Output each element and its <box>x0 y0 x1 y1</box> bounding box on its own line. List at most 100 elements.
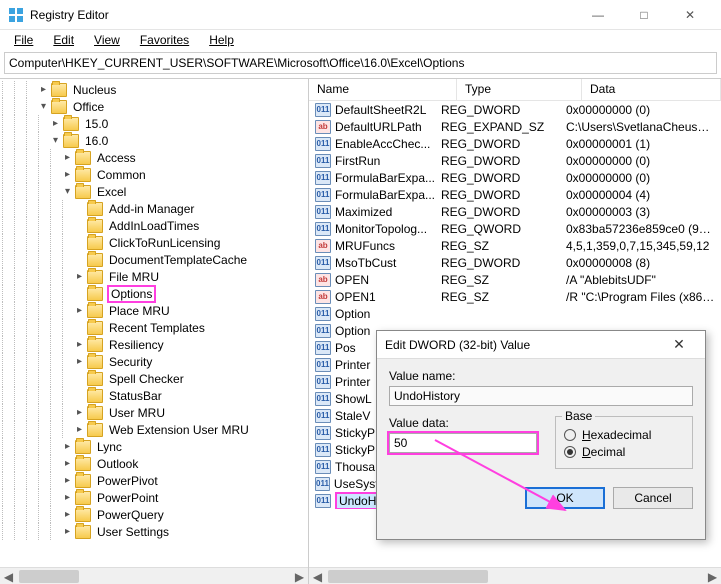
expand-icon[interactable]: ▸ <box>74 356 85 367</box>
tree-spell-checker[interactable]: Spell Checker <box>2 370 308 387</box>
cancel-button[interactable]: Cancel <box>613 487 693 509</box>
radio-decimal[interactable]: Decimal <box>564 445 684 459</box>
tree-options[interactable]: Options <box>2 285 308 302</box>
column-name[interactable]: Name <box>309 79 457 100</box>
expand-icon[interactable]: ▸ <box>62 458 73 469</box>
dialog-close-button[interactable]: ✕ <box>661 336 697 353</box>
list-hscroll[interactable]: ◀ ▶ <box>309 567 721 584</box>
tree-access[interactable]: ▸Access <box>2 149 308 166</box>
tree-file-mru[interactable]: ▸File MRU <box>2 268 308 285</box>
expand-icon[interactable]: ▸ <box>62 492 73 503</box>
list-row[interactable]: 011Option <box>309 305 721 322</box>
tree-powerpoint[interactable]: ▸PowerPoint <box>2 489 308 506</box>
tree-excel[interactable]: ▾Excel <box>2 183 308 200</box>
tree-pane[interactable]: ▸Nucleus▾Office▸15.0▾16.0▸Access▸Common▾… <box>0 79 309 584</box>
expand-icon[interactable]: ▸ <box>50 118 61 129</box>
tree-nucleus[interactable]: ▸Nucleus <box>2 81 308 98</box>
expand-icon[interactable]: ▸ <box>62 509 73 520</box>
tree-label: Web Extension User MRU <box>107 423 251 437</box>
menu-view[interactable]: View <box>86 31 128 49</box>
binary-value-icon: 011 <box>315 324 331 338</box>
tree-security[interactable]: ▸Security <box>2 353 308 370</box>
radio-hexadecimal[interactable]: Hexadecimal <box>564 428 684 442</box>
value-data: 0x00000000 (0) <box>560 103 721 117</box>
list-row[interactable]: 011DefaultSheetR2LREG_DWORD0x00000000 (0… <box>309 101 721 118</box>
tree-outlook[interactable]: ▸Outlook <box>2 455 308 472</box>
base-legend: Base <box>562 409 595 423</box>
list-row[interactable]: 011MaximizedREG_DWORD0x00000003 (3) <box>309 203 721 220</box>
menu-edit[interactable]: Edit <box>45 31 82 49</box>
minimize-button[interactable]: — <box>575 0 621 30</box>
tree-label: AddInLoadTimes <box>107 219 201 233</box>
list-row[interactable]: 011MonitorTopolog...REG_QWORD0x83ba57236… <box>309 220 721 237</box>
binary-value-icon: 011 <box>315 205 331 219</box>
value-data: 4,5,1,359,0,7,15,345,59,12 <box>560 239 721 253</box>
expand-icon[interactable]: ▸ <box>74 271 85 282</box>
tree-addin-manager[interactable]: Add-in Manager <box>2 200 308 217</box>
list-row[interactable]: abOPEN1REG_SZ/R "C:\Program Files (x86)\… <box>309 288 721 305</box>
column-data[interactable]: Data <box>582 79 721 100</box>
menu-help[interactable]: Help <box>201 31 242 49</box>
list-row[interactable]: abMRUFuncsREG_SZ4,5,1,359,0,7,15,345,59,… <box>309 237 721 254</box>
value-data-input[interactable] <box>389 433 537 453</box>
tree-common[interactable]: ▸Common <box>2 166 308 183</box>
expand-icon[interactable]: ▸ <box>74 339 85 350</box>
maximize-button[interactable]: □ <box>621 0 667 30</box>
expand-icon[interactable]: ▸ <box>74 305 85 316</box>
list-row[interactable]: 011FormulaBarExpa...REG_DWORD0x00000000 … <box>309 169 721 186</box>
menu-favorites[interactable]: Favorites <box>132 31 197 49</box>
tree-16[interactable]: ▾16.0 <box>2 132 308 149</box>
binary-value-icon: 011 <box>315 341 331 355</box>
binary-value-icon: 011 <box>315 154 331 168</box>
tree-15[interactable]: ▸15.0 <box>2 115 308 132</box>
column-type[interactable]: Type <box>457 79 582 100</box>
tree-place-mru[interactable]: ▸Place MRU <box>2 302 308 319</box>
value-data: 0x00000004 (4) <box>560 188 721 202</box>
expand-icon[interactable]: ▸ <box>62 526 73 537</box>
scroll-left-icon[interactable]: ◀ <box>309 568 326 584</box>
expand-icon[interactable]: ▸ <box>38 84 49 95</box>
scroll-right-icon[interactable]: ▶ <box>704 568 721 584</box>
tree-powerpivot[interactable]: ▸PowerPivot <box>2 472 308 489</box>
list-row[interactable]: 011EnableAccChec...REG_DWORD0x00000001 (… <box>309 135 721 152</box>
tree-statusbar[interactable]: StatusBar <box>2 387 308 404</box>
scroll-left-icon[interactable]: ◀ <box>0 568 17 584</box>
tree-resiliency[interactable]: ▸Resiliency <box>2 336 308 353</box>
tree-lync[interactable]: ▸Lync <box>2 438 308 455</box>
list-row[interactable]: 011FirstRunREG_DWORD0x00000000 (0) <box>309 152 721 169</box>
tree-hscroll[interactable]: ◀ ▶ <box>0 567 308 584</box>
menu-file[interactable]: File <box>6 31 41 49</box>
folder-icon <box>75 185 91 199</box>
collapse-icon[interactable]: ▾ <box>50 135 61 146</box>
collapse-icon[interactable]: ▾ <box>62 186 73 197</box>
address-bar[interactable]: Computer\HKEY_CURRENT_USER\SOFTWARE\Micr… <box>4 52 717 74</box>
tree-user-mru[interactable]: ▸User MRU <box>2 404 308 421</box>
expand-icon[interactable]: ▸ <box>62 169 73 180</box>
list-row[interactable]: 011FormulaBarExpa...REG_DWORD0x00000004 … <box>309 186 721 203</box>
tree-clicktorun[interactable]: ClickToRunLicensing <box>2 234 308 251</box>
close-button[interactable]: ✕ <box>667 0 713 30</box>
list-row[interactable]: abOPENREG_SZ/A "AblebitsUDF" <box>309 271 721 288</box>
folder-icon <box>87 389 103 403</box>
expand-icon[interactable]: ▸ <box>74 424 85 435</box>
tree-addinloadtimes[interactable]: AddInLoadTimes <box>2 217 308 234</box>
tree-doctemplate[interactable]: DocumentTemplateCache <box>2 251 308 268</box>
expand-icon[interactable]: ▸ <box>62 152 73 163</box>
value-name: EnableAccChec... <box>335 137 430 151</box>
value-type: REG_DWORD <box>435 103 560 117</box>
ok-button[interactable]: OK <box>525 487 605 509</box>
scroll-right-icon[interactable]: ▶ <box>291 568 308 584</box>
tree-recent-templates[interactable]: Recent Templates <box>2 319 308 336</box>
tree-user-settings[interactable]: ▸User Settings <box>2 523 308 540</box>
tree-powerquery[interactable]: ▸PowerQuery <box>2 506 308 523</box>
expand-icon[interactable]: ▸ <box>62 441 73 452</box>
expand-icon[interactable]: ▸ <box>62 475 73 486</box>
expand-icon[interactable]: ▸ <box>74 407 85 418</box>
tree-office[interactable]: ▾Office <box>2 98 308 115</box>
collapse-icon[interactable]: ▾ <box>38 101 49 112</box>
tree-web-ext-mru[interactable]: ▸ Web Extension User MRU <box>2 421 308 438</box>
list-row[interactable]: abDefaultURLPathREG_EXPAND_SZC:\Users\Sv… <box>309 118 721 135</box>
value-name-field[interactable]: UndoHistory <box>389 386 693 406</box>
value-name: MsoTbCust <box>335 256 396 270</box>
list-row[interactable]: 011MsoTbCustREG_DWORD0x00000008 (8) <box>309 254 721 271</box>
